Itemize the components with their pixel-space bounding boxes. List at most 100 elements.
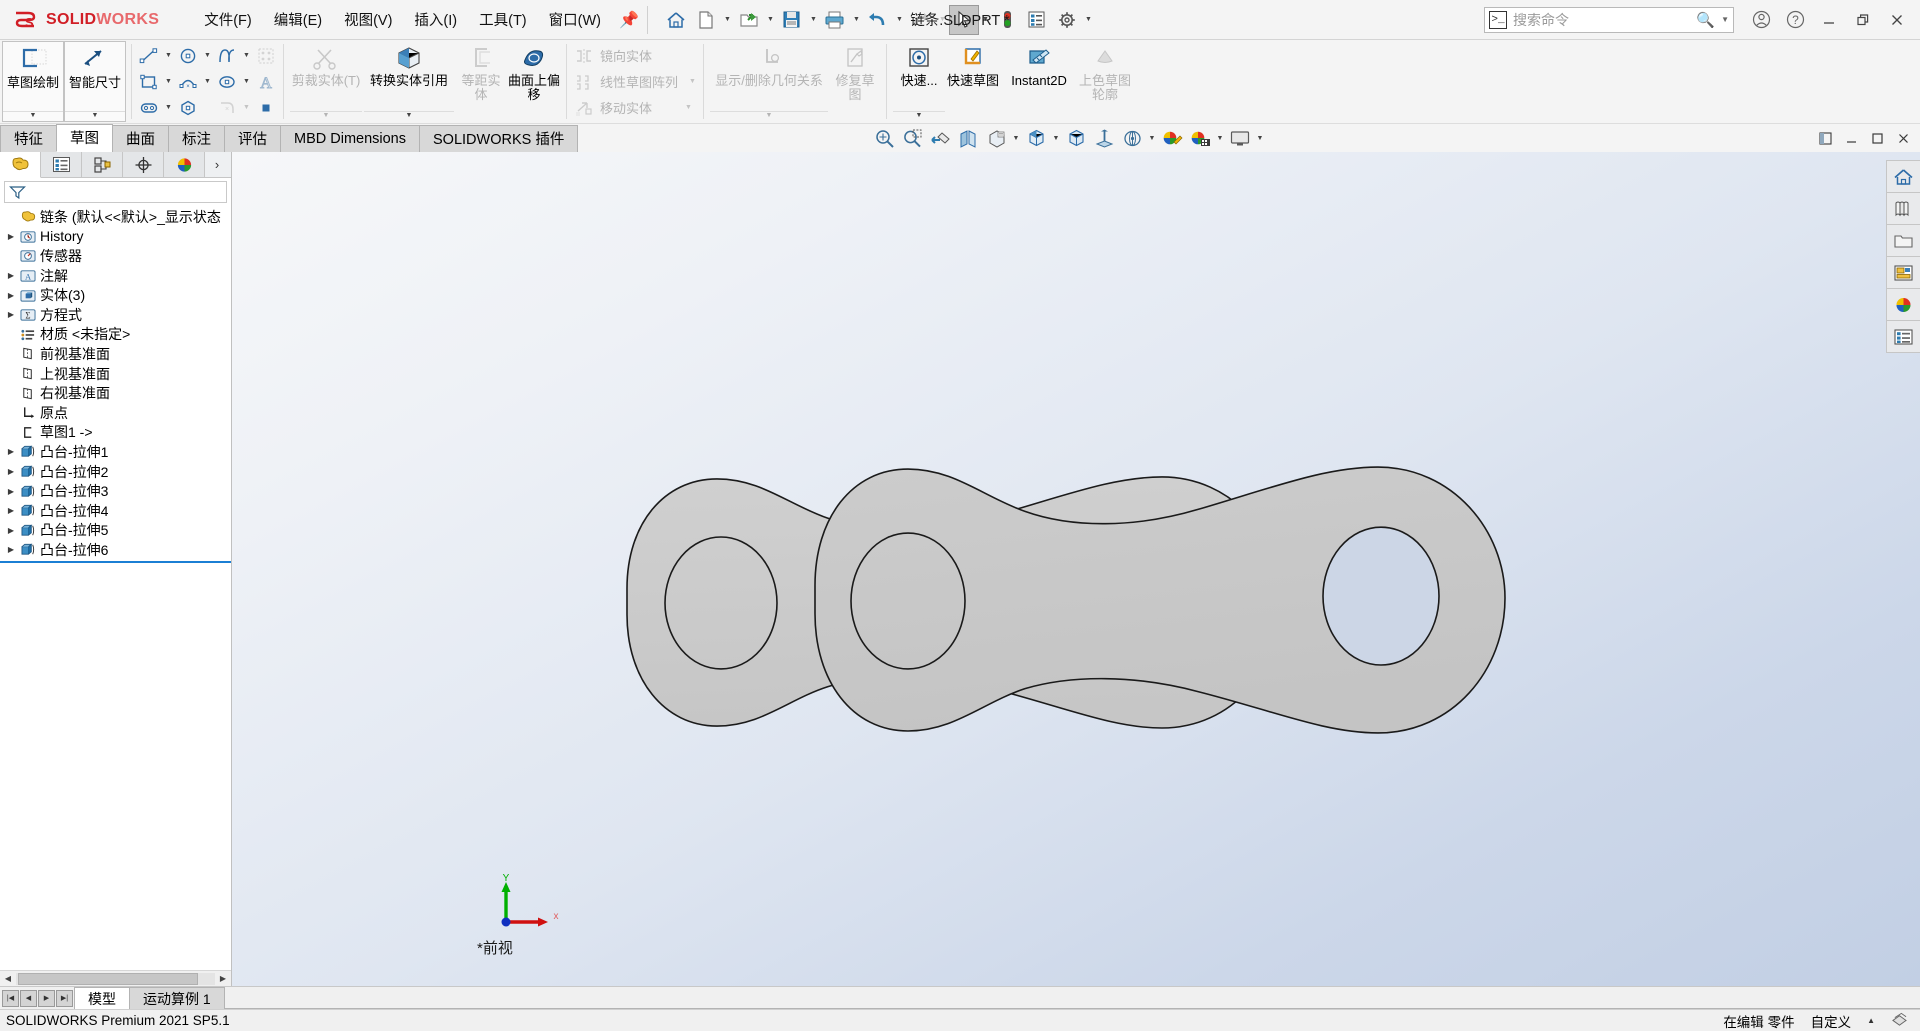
- slot-tool[interactable]: [136, 96, 162, 120]
- ellipse-tool-dropdown[interactable]: ▼: [240, 70, 253, 94]
- circle-tool-dropdown[interactable]: ▼: [201, 44, 214, 68]
- point-tool[interactable]: [253, 96, 279, 120]
- tree-node-sensors[interactable]: 传感器: [0, 246, 231, 266]
- overlay-icon[interactable]: [1891, 1012, 1908, 1030]
- rapid-sketch-button[interactable]: 快速草图: [946, 41, 1000, 122]
- tree-node-origin[interactable]: 原点: [0, 403, 231, 423]
- search-icon[interactable]: 🔍: [1696, 11, 1715, 29]
- redo-dropdown-icon[interactable]: ▼: [936, 5, 949, 35]
- menu-view[interactable]: 视图(V): [333, 5, 403, 34]
- smart-dimension-button[interactable]: 智能尺寸 ▼: [64, 41, 126, 122]
- instant2d-button[interactable]: Instant2D: [1000, 41, 1078, 122]
- display-monitor-icon[interactable]: [1226, 125, 1254, 151]
- options-list-icon[interactable]: [1022, 5, 1052, 35]
- quick-snaps-dropdown[interactable]: ▼: [893, 111, 946, 121]
- zoom-to-area-icon[interactable]: [898, 125, 926, 151]
- trim-entities-button[interactable]: 剪裁实体(T) ▼: [289, 41, 363, 122]
- open-folder-icon[interactable]: [734, 5, 764, 35]
- spline-tool[interactable]: [214, 44, 240, 68]
- minimize-icon[interactable]: [1838, 125, 1864, 151]
- tab-markup[interactable]: 标注: [168, 125, 225, 152]
- print-icon[interactable]: [820, 5, 850, 35]
- print-dropdown-icon[interactable]: ▼: [850, 5, 863, 35]
- tree-node-history[interactable]: ▶ History: [0, 227, 231, 247]
- tree-expander[interactable]: ▶: [4, 447, 18, 456]
- view-settings-dropdown-icon[interactable]: ▼: [1214, 125, 1226, 151]
- menu-window[interactable]: 窗口(W): [538, 5, 612, 34]
- menu-bar[interactable]: 文件(F) 编辑(E) 视图(V) 插入(I) 工具(T) 窗口(W) 📌: [193, 5, 640, 34]
- arc-tool[interactable]: ×: [175, 70, 201, 94]
- rectangle-tool-dropdown[interactable]: ▼: [162, 70, 175, 94]
- edit-appearance-icon[interactable]: [1090, 125, 1118, 151]
- sketch-fillet-dropdown[interactable]: ▼: [240, 96, 253, 120]
- feature-manager-tab[interactable]: [0, 152, 41, 178]
- offset-entities-button[interactable]: 等距实体: [455, 41, 507, 122]
- rectangle-tool[interactable]: [136, 70, 162, 94]
- display-style-icon[interactable]: [1022, 125, 1050, 151]
- tree-node-boss-extrude-5[interactable]: ▶ 凸台-拉伸5: [0, 521, 231, 541]
- undo-icon[interactable]: [863, 5, 893, 35]
- scroll-thumb[interactable]: [18, 972, 198, 985]
- move-entities-tool[interactable]: [571, 96, 597, 120]
- view-orientation-icon[interactable]: [982, 125, 1010, 151]
- view-home-icon[interactable]: [1886, 160, 1920, 193]
- last-icon[interactable]: ▶|: [56, 989, 73, 1007]
- design-library-icon[interactable]: [1886, 224, 1920, 257]
- appearances-icon[interactable]: [1158, 125, 1186, 151]
- search-input[interactable]: >_ 搜索命令 🔍 ▼: [1484, 6, 1734, 33]
- view-settings-icon[interactable]: [1186, 125, 1214, 151]
- quick-snaps-button[interactable]: 快速... ▼: [892, 41, 946, 122]
- repair-sketch-button[interactable]: 修复草图: [829, 41, 881, 122]
- display-delete-relations-button[interactable]: 显示/删除几何关系 ▼: [709, 41, 829, 122]
- undo-dropdown-icon[interactable]: ▼: [893, 5, 906, 35]
- hide-show-items-icon[interactable]: [1062, 125, 1090, 151]
- maximize-icon[interactable]: [1864, 125, 1890, 151]
- pin-icon[interactable]: 📌: [618, 10, 640, 30]
- select-cursor-icon[interactable]: [948, 4, 979, 35]
- tree-expander[interactable]: ▶: [4, 545, 18, 554]
- tab-sketch[interactable]: 草图: [56, 124, 113, 152]
- view-orientation-dropdown-icon[interactable]: ▼: [1010, 125, 1022, 151]
- home-icon[interactable]: [661, 5, 691, 35]
- line-tool[interactable]: [136, 44, 162, 68]
- rollback-bar[interactable]: [0, 560, 231, 563]
- spline-tool-dropdown[interactable]: ▼: [240, 44, 253, 68]
- file-explorer-icon[interactable]: [1886, 256, 1920, 289]
- tree-root-node[interactable]: 链条 (默认<<默认>_显示状态: [0, 207, 231, 227]
- tree-node-boss-extrude-3[interactable]: ▶ 凸台-拉伸3: [0, 481, 231, 501]
- feature-tree[interactable]: 链条 (默认<<默认>_显示状态 ▶ History 传感器 ▶ A 注解 ▶ …: [0, 205, 231, 970]
- tree-node-right-plane[interactable]: 右视基准面: [0, 383, 231, 403]
- convert-entities-button[interactable]: 转换实体引用 ▼: [363, 41, 455, 122]
- tree-node-sketch1[interactable]: 草图1 ->: [0, 423, 231, 443]
- tab-solidworks-addins[interactable]: SOLIDWORKS 插件: [419, 125, 579, 152]
- tree-expander[interactable]: ▶: [4, 232, 18, 241]
- restore-icon[interactable]: [1846, 1, 1880, 39]
- quick-access-toolbar[interactable]: ▼ ▼ ▼ ▼ ▼ ▼ ▼ ▼: [655, 4, 1095, 35]
- tree-node-material[interactable]: 材质 <未指定>: [0, 325, 231, 345]
- convert-entities-dropdown[interactable]: ▼: [364, 111, 454, 121]
- tree-filter-input[interactable]: [4, 181, 227, 203]
- tree-expander[interactable]: ▶: [4, 291, 18, 300]
- tree-node-boss-extrude-2[interactable]: ▶ 凸台-拉伸2: [0, 462, 231, 482]
- tab-surfaces[interactable]: 曲面: [112, 125, 169, 152]
- appearances-library-icon[interactable]: [1886, 192, 1920, 225]
- tree-node-solid-bodies[interactable]: ▶ 实体(3): [0, 285, 231, 305]
- sketch-fillet-tool[interactable]: ×: [214, 96, 240, 120]
- offset-on-surface-button[interactable]: 曲面上偏移: [507, 41, 561, 122]
- smart-dimension-dropdown[interactable]: ▼: [65, 111, 125, 121]
- tab-nav-buttons[interactable]: |◀ ◀ ▶ ▶|: [0, 987, 74, 1009]
- tree-expander[interactable]: ▶: [4, 467, 18, 476]
- tree-node-top-plane[interactable]: 上视基准面: [0, 364, 231, 384]
- trim-entities-dropdown[interactable]: ▼: [290, 111, 362, 121]
- settings-dropdown-icon[interactable]: ▼: [1082, 5, 1095, 35]
- new-document-icon[interactable]: [691, 5, 721, 35]
- next-icon[interactable]: ▶: [38, 989, 55, 1007]
- section-view-icon[interactable]: [954, 125, 982, 151]
- tree-horizontal-scrollbar[interactable]: ◀ ▶: [0, 970, 231, 986]
- move-entities-dropdown[interactable]: ▼: [682, 96, 695, 120]
- save-icon[interactable]: [777, 5, 807, 35]
- menu-insert[interactable]: 插入(I): [403, 5, 468, 34]
- display-monitor-dropdown-icon[interactable]: ▼: [1254, 125, 1266, 151]
- tab-evaluate[interactable]: 评估: [224, 125, 281, 152]
- chevron-down-icon[interactable]: ▼: [1721, 15, 1729, 24]
